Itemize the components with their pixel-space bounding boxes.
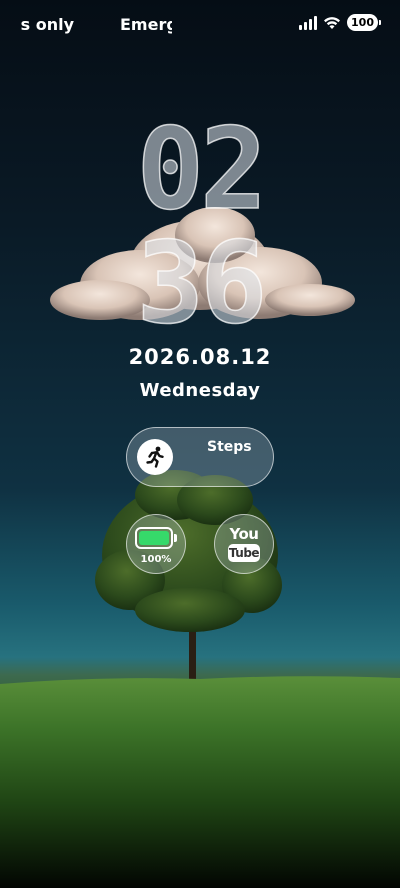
status-bar: s only Emerg 100 [0,0,400,50]
steps-widget[interactable]: Steps [126,427,274,487]
wifi-icon [323,16,341,30]
battery-tip [174,534,177,542]
lock-clock: 02 36 [0,110,400,350]
tree-trunk [189,600,196,680]
carrier-label-right: Emerg [120,15,172,34]
youtube-logo-tube: Tube [228,544,260,562]
carrier-label-left: s only [20,15,74,34]
running-person-icon [137,439,173,475]
youtube-widget[interactable]: You Tube [214,514,274,574]
youtube-logo-you: You [229,525,259,543]
battery-level-fill [139,531,169,545]
battery-icon [135,527,173,549]
clock-minute: 36 [136,219,268,349]
weekday-label: Wednesday [139,380,261,401]
signal-icon [299,15,318,30]
battery-widget[interactable]: 100% [126,514,186,574]
grass-field [0,676,400,888]
date-label: 2026.08.12 [128,345,272,369]
steps-label: Steps [207,439,252,455]
battery-percent-label: 100% [140,554,172,565]
status-icons: 100 [299,14,381,31]
clock-hour: 02 [136,105,268,235]
battery-status-icon: 100 [347,14,381,31]
